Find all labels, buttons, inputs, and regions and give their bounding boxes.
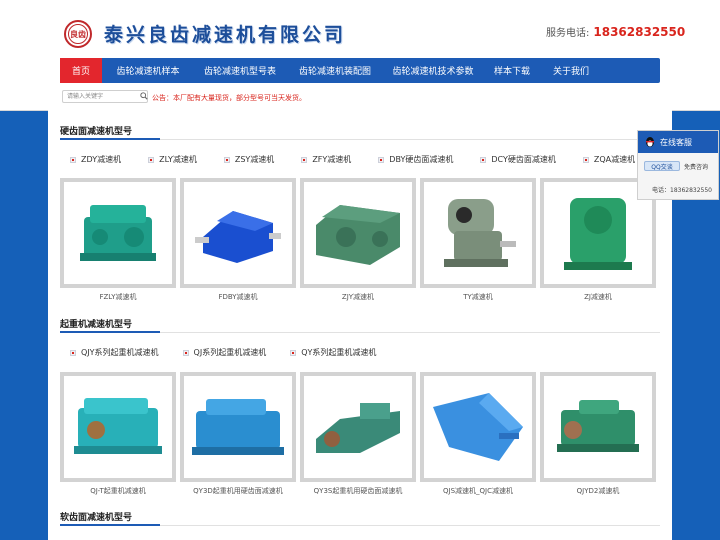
gearbox-image bbox=[316, 403, 400, 453]
category-link[interactable]: QJY系列起重机减速机 bbox=[70, 347, 159, 358]
category-link[interactable]: DCY硬齿面减速机 bbox=[480, 154, 556, 165]
site-header: 良齿 泰兴良齿减速机有限公司 服务电话: 18362832550 首页 齿轮减速机… bbox=[0, 0, 720, 111]
section-accent bbox=[60, 524, 160, 526]
product-image[interactable] bbox=[300, 372, 416, 482]
search-input[interactable]: 请输入关键字 bbox=[62, 90, 148, 103]
customer-service-header[interactable]: 在线客服 bbox=[638, 131, 718, 153]
bullet-icon bbox=[378, 156, 385, 163]
nav-item-download[interactable]: 样本下载 bbox=[482, 58, 542, 83]
bullet-icon bbox=[70, 156, 76, 163]
product-name[interactable]: FDBY减速机 bbox=[180, 292, 296, 302]
qq-chat-button[interactable]: QQ交谈 bbox=[644, 161, 680, 171]
qq-penguin-icon bbox=[646, 137, 654, 147]
bullet-icon bbox=[582, 156, 589, 163]
bullet-icon bbox=[182, 349, 189, 356]
product-name[interactable]: QJ-T起重机减速机 bbox=[60, 486, 176, 496]
main-nav: 首页 齿轮减速机样本 齿轮减速机型号表 齿轮减速机装配图 齿轮减速机技术参数 样… bbox=[60, 58, 660, 83]
search-icon[interactable] bbox=[140, 92, 148, 100]
phone-label: 服务电话: bbox=[546, 28, 590, 39]
product-name[interactable]: QY3D起重机用硬齿面减速机 bbox=[180, 486, 296, 496]
gearbox-image bbox=[316, 205, 400, 265]
company-name: 泰兴良齿减速机有限公司 bbox=[104, 24, 347, 46]
nav-item-assembly[interactable]: 齿轮减速机装配图 bbox=[286, 58, 384, 83]
product-image[interactable] bbox=[180, 178, 296, 288]
category-list-crane: QJY系列起重机减速机 QJ系列起重机减速机 QY系列起重机减速机 bbox=[70, 347, 403, 358]
bullet-icon bbox=[70, 349, 76, 356]
product-image[interactable] bbox=[300, 178, 416, 288]
category-link[interactable]: QY系列起重机减速机 bbox=[290, 347, 376, 358]
gearbox-image bbox=[195, 211, 281, 263]
bullet-icon bbox=[148, 156, 155, 163]
product-name[interactable]: QJYD2减速机 bbox=[540, 486, 656, 496]
nav-item-samples[interactable]: 齿轮减速机样本 bbox=[102, 58, 194, 83]
product-card[interactable]: QJS减速机_QJC减速机 bbox=[420, 372, 536, 495]
section-title-crane: 起重机减速机型号 bbox=[60, 320, 133, 330]
bullet-icon bbox=[223, 156, 230, 163]
product-name[interactable]: QJS减速机_QJC减速机 bbox=[420, 486, 536, 496]
product-image[interactable] bbox=[60, 178, 176, 288]
product-card[interactable]: FDBY减速机 bbox=[180, 178, 296, 301]
bullet-icon bbox=[290, 349, 297, 356]
logo-text: 良齿 bbox=[70, 29, 86, 39]
product-card[interactable]: QY3D起重机用硬齿面减速机 bbox=[180, 372, 296, 495]
section-accent bbox=[60, 138, 160, 140]
free-consult-label: 免费咨询 bbox=[684, 164, 709, 171]
product-image[interactable] bbox=[540, 372, 656, 482]
product-card[interactable]: QJ-T起重机减速机 bbox=[60, 372, 176, 495]
nav-item-tech-params[interactable]: 齿轮减速机技术参数 bbox=[384, 58, 482, 83]
bullet-icon bbox=[301, 156, 308, 163]
nav-item-model-table[interactable]: 齿轮减速机型号表 bbox=[194, 58, 286, 83]
gearbox-image bbox=[192, 399, 284, 455]
product-image[interactable] bbox=[60, 372, 176, 482]
company-logo[interactable]: 良齿 bbox=[64, 20, 92, 48]
gearbox-image bbox=[74, 398, 162, 454]
nav-item-home[interactable]: 首页 bbox=[60, 58, 102, 83]
section-title-soft-gear: 软齿面减速机型号 bbox=[60, 513, 133, 523]
category-link[interactable]: QJ系列起重机减速机 bbox=[182, 347, 266, 358]
product-name[interactable]: ZJ减速机 bbox=[540, 292, 656, 302]
section-title-hard-gear: 硬齿面减速机型号 bbox=[60, 127, 133, 137]
product-card[interactable]: QJYD2减速机 bbox=[540, 372, 656, 495]
category-link[interactable]: ZQA减速机 bbox=[582, 154, 635, 165]
category-link[interactable]: ZFY减速机 bbox=[301, 154, 351, 165]
product-card[interactable]: QY3S起重机用硬齿面减速机 bbox=[300, 372, 416, 495]
left-blue-background bbox=[0, 110, 48, 540]
phone-number: 18362832550 bbox=[593, 25, 686, 39]
product-name[interactable]: ZJY减速机 bbox=[300, 292, 416, 302]
gearbox-image bbox=[433, 393, 523, 461]
customer-service-panel: 在线客服 QQ交谈 免费咨询 电话：18362832550 bbox=[637, 130, 719, 200]
category-link[interactable]: ZSY减速机 bbox=[223, 154, 274, 165]
product-image[interactable] bbox=[420, 372, 536, 482]
product-name[interactable]: FZLY减速机 bbox=[60, 292, 176, 302]
product-card[interactable]: FZLY减速机 bbox=[60, 178, 176, 301]
gearbox-image bbox=[557, 400, 639, 452]
bullet-icon bbox=[480, 156, 487, 163]
product-card[interactable]: ZJY减速机 bbox=[300, 178, 416, 301]
announcement: 公告：本厂配有大量现货，部分型号可当天发货。 bbox=[152, 94, 306, 102]
category-link[interactable]: ZDY减速机 bbox=[70, 154, 121, 165]
product-name[interactable]: TY减速机 bbox=[420, 292, 536, 302]
category-link[interactable]: ZLY减速机 bbox=[148, 154, 197, 165]
service-phone: 服务电话: 18362832550 bbox=[546, 24, 685, 39]
section-accent bbox=[60, 331, 160, 333]
main-content: 硬齿面减速机型号 ZDY减速机 ZLY减速机 ZSY减速机 ZFY减速机 DBY… bbox=[48, 110, 672, 540]
nav-item-about[interactable]: 关于我们 bbox=[542, 58, 600, 83]
category-list-hard-gear: ZDY减速机 ZLY减速机 ZSY减速机 ZFY减速机 DBY硬齿面减速机 DC… bbox=[70, 154, 662, 165]
gearbox-image bbox=[564, 198, 632, 270]
product-image[interactable] bbox=[180, 372, 296, 482]
category-link[interactable]: DBY硬齿面减速机 bbox=[378, 154, 453, 165]
product-image[interactable] bbox=[420, 178, 536, 288]
customer-service-phone: 电话：18362832550 bbox=[652, 187, 712, 194]
product-name[interactable]: QY3S起重机用硬齿面减速机 bbox=[300, 486, 416, 496]
product-card[interactable]: TY减速机 bbox=[420, 178, 536, 301]
gearbox-image bbox=[444, 199, 516, 267]
gearbox-image bbox=[80, 205, 156, 261]
customer-service-title: 在线客服 bbox=[660, 137, 692, 147]
